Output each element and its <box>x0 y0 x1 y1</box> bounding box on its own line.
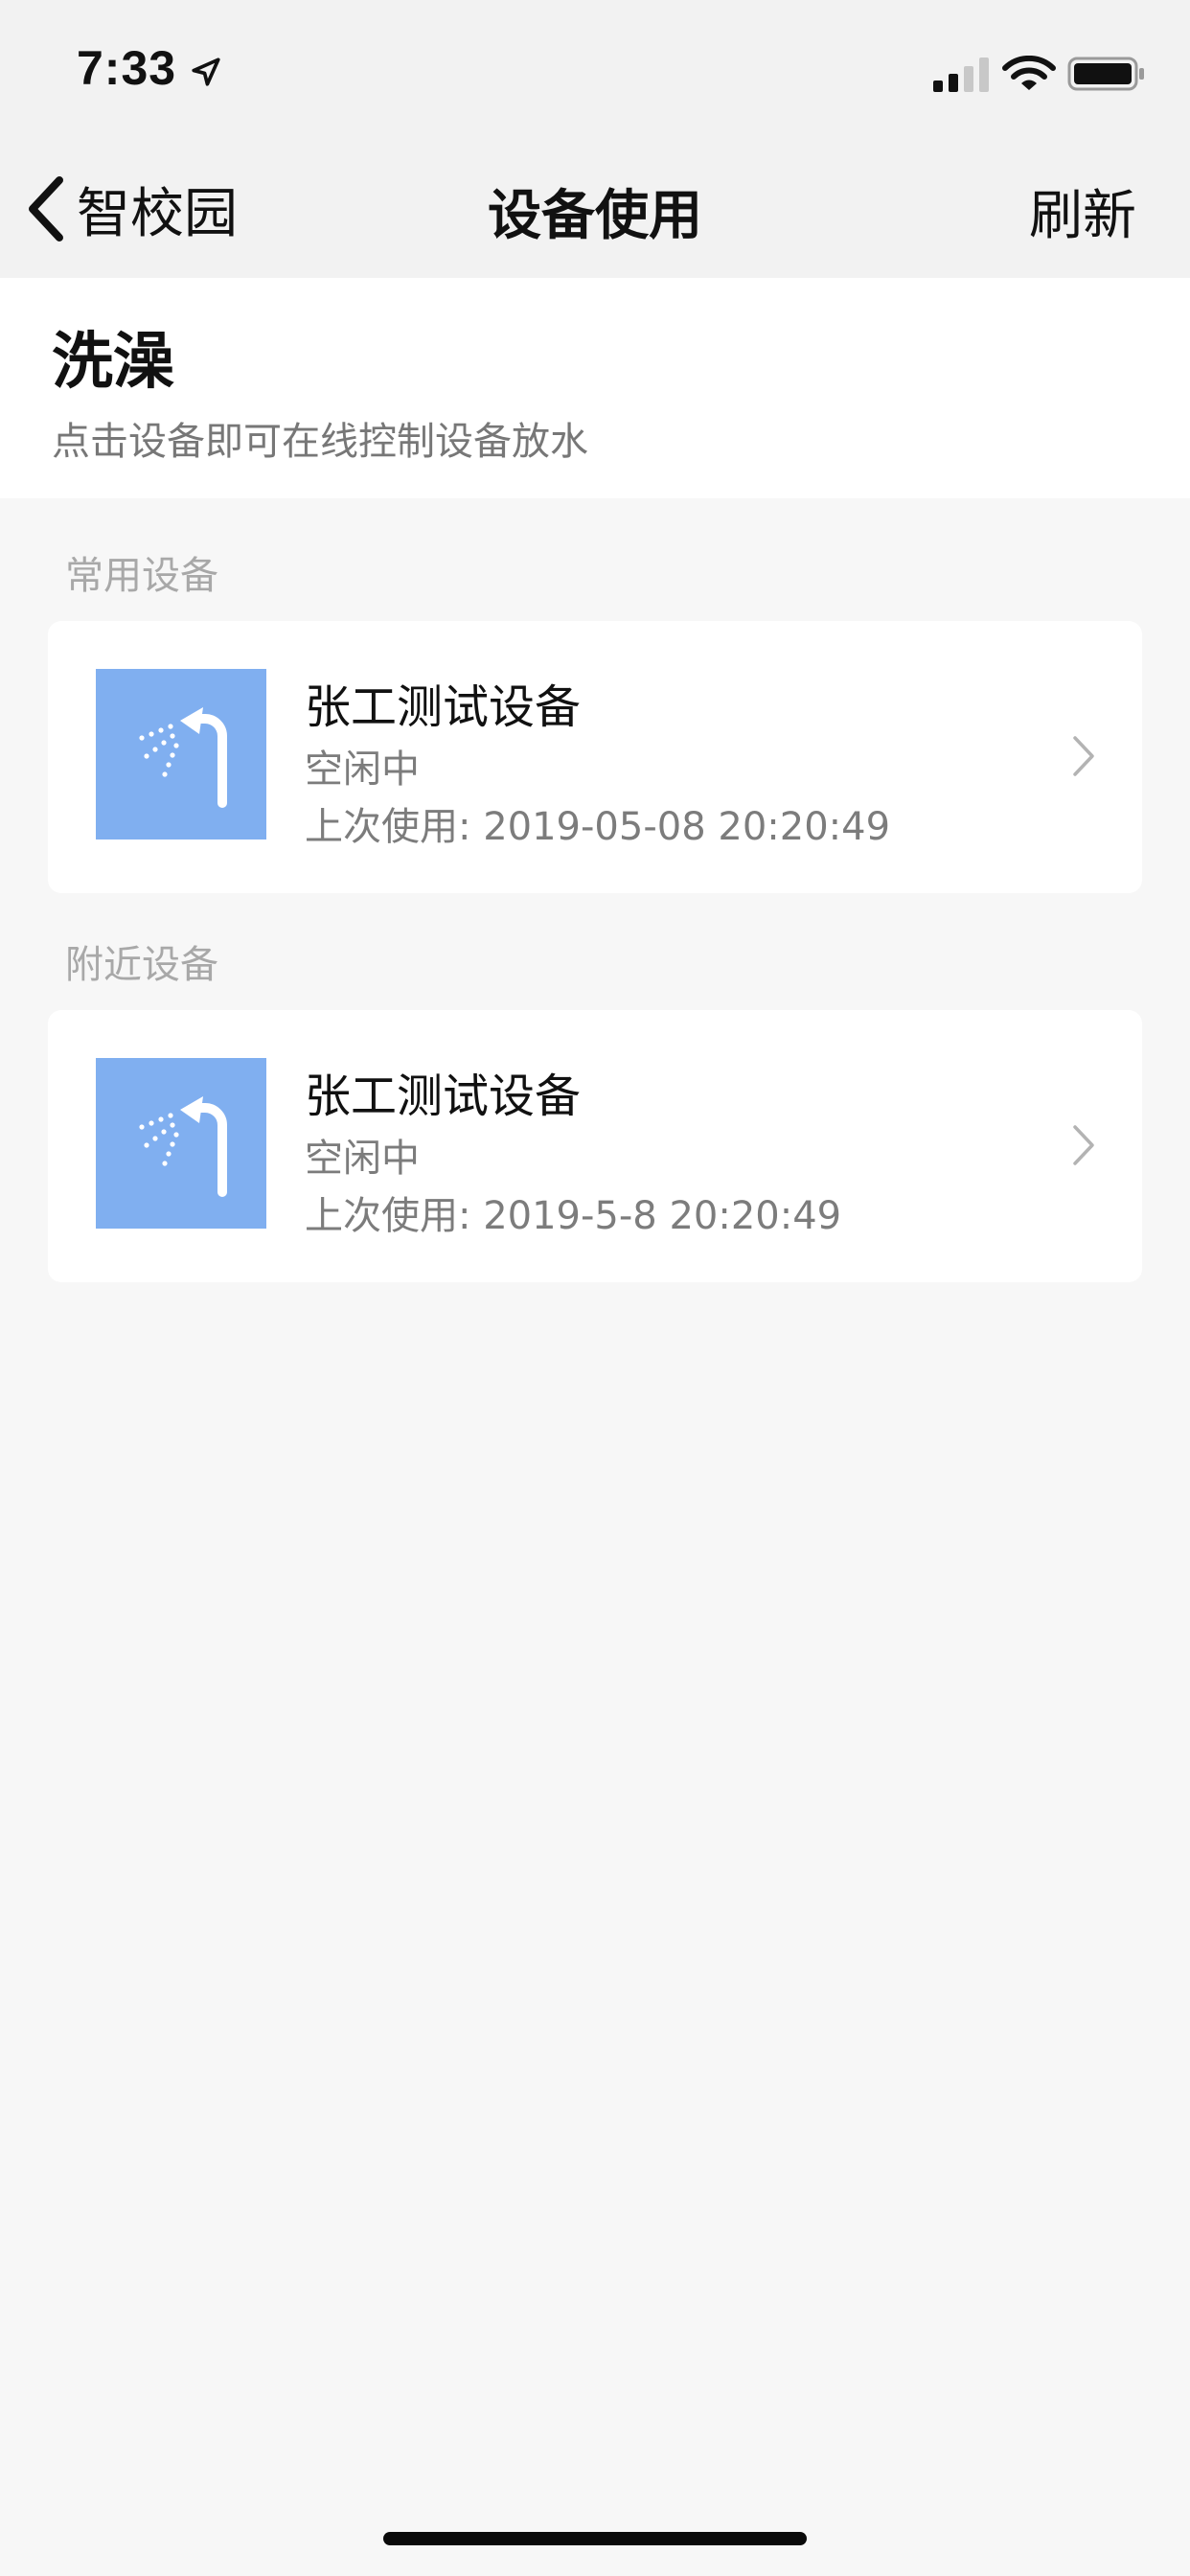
category-header: 洗澡 点击设备即可在线控制设备放水 <box>0 278 1190 498</box>
category-subtitle: 点击设备即可在线控制设备放水 <box>52 420 588 464</box>
location-arrow-icon <box>192 58 220 86</box>
device-name: 张工测试设备 <box>305 680 582 734</box>
device-card[interactable]: 张工测试设备 空闲中 上次使用: 2019-5-8 20:20:49 <box>48 1010 1142 1282</box>
battery-icon <box>1067 57 1144 91</box>
chevron-right-icon <box>1073 1125 1094 1165</box>
page-title: 设备使用 <box>488 185 702 247</box>
device-status: 空闲中 <box>305 1137 420 1181</box>
refresh-button[interactable]: 刷新 <box>1029 172 1136 250</box>
device-name: 张工测试设备 <box>305 1070 582 1123</box>
home-indicator[interactable] <box>383 2532 807 2545</box>
device-card[interactable]: 张工测试设备 空闲中 上次使用: 2019-05-08 20:20:49 <box>48 621 1142 893</box>
chevron-right-icon <box>1073 736 1094 776</box>
status-bar: 7:33 <box>0 0 1190 144</box>
device-last-used: 上次使用: 2019-5-8 20:20:49 <box>305 1194 842 1238</box>
section-label-common-devices: 常用设备 <box>65 554 218 598</box>
navigation-bar: 智校园 设备使用 刷新 <box>0 144 1190 278</box>
status-time: 7:33 <box>77 41 177 95</box>
shower-icon <box>139 707 227 808</box>
cellular-signal-icon <box>933 58 989 92</box>
device-thumbnail <box>96 1058 266 1229</box>
shower-icon <box>139 1096 227 1197</box>
wifi-icon <box>1002 56 1056 90</box>
device-last-used: 上次使用: 2019-05-08 20:20:49 <box>305 805 891 849</box>
device-thumbnail <box>96 669 266 840</box>
device-status: 空闲中 <box>305 748 420 792</box>
section-label-nearby-devices: 附近设备 <box>65 943 218 987</box>
category-title: 洗澡 <box>52 327 174 398</box>
